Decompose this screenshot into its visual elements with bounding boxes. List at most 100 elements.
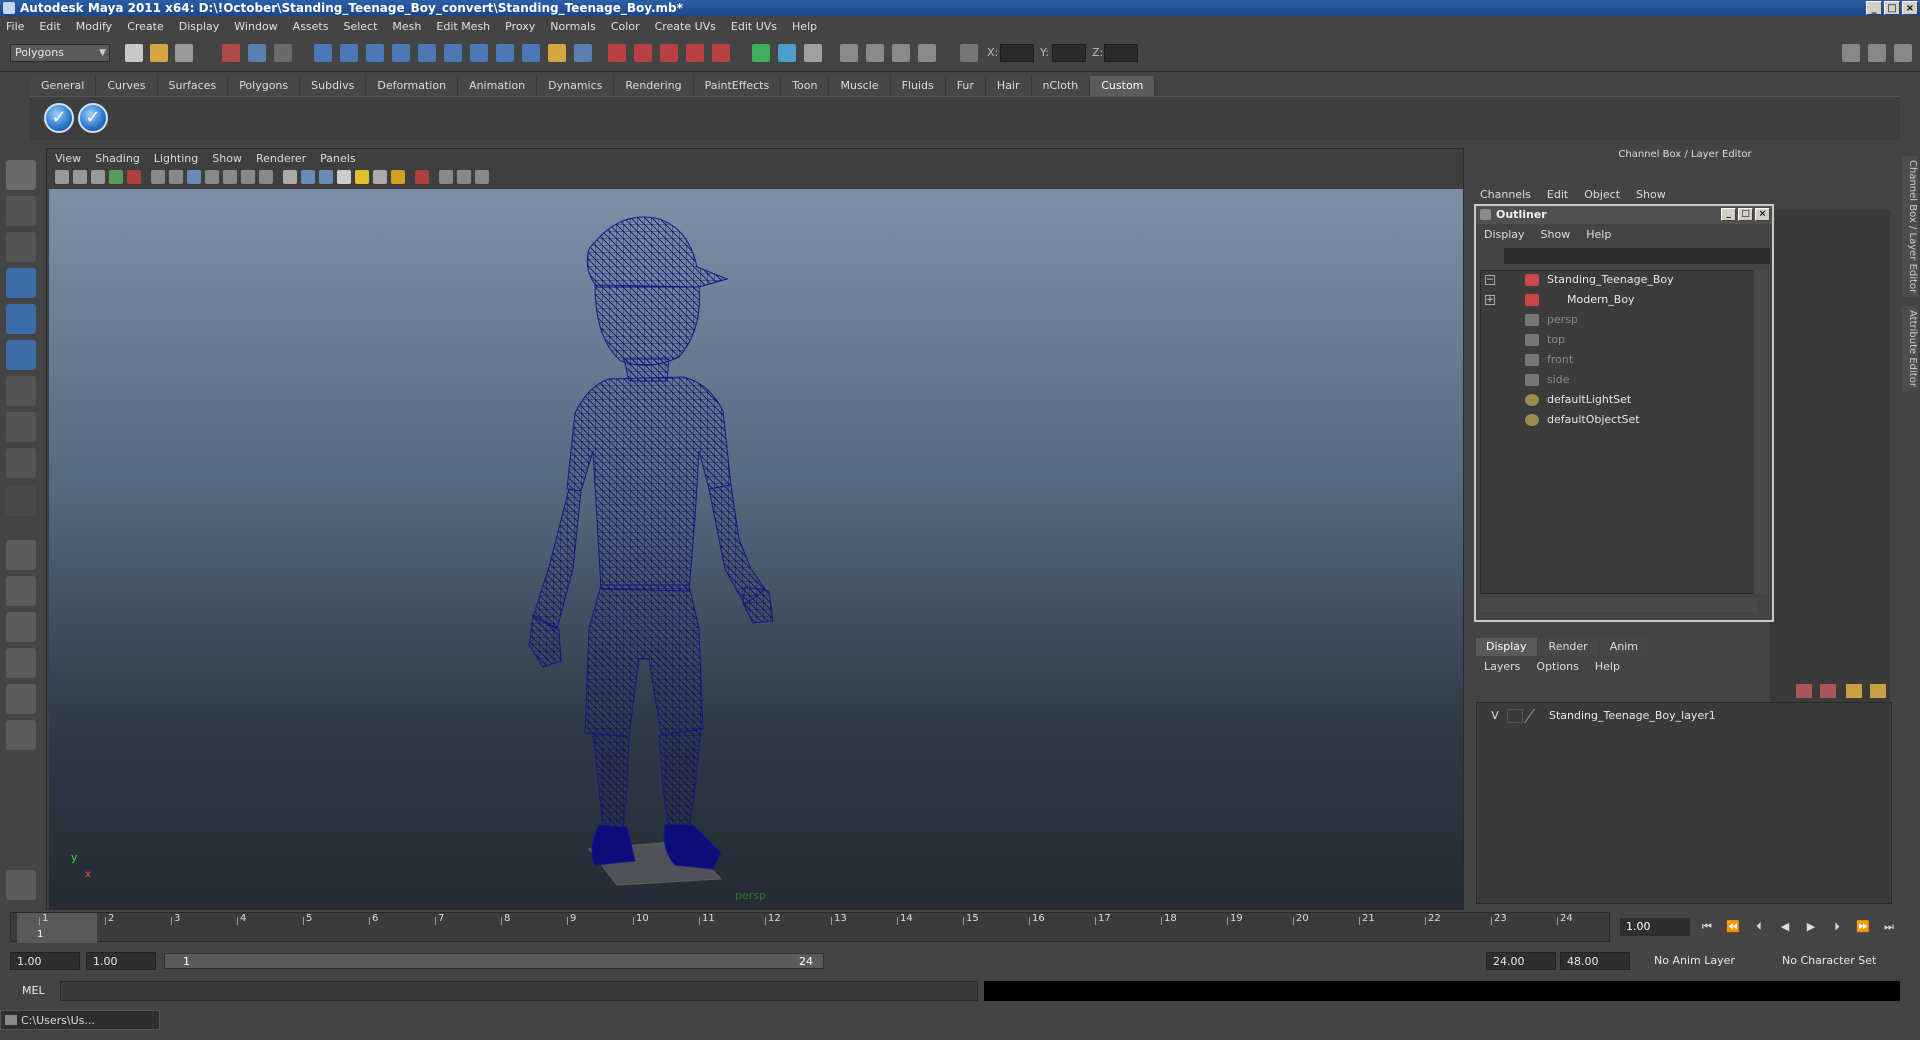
select-surfaces-icon[interactable] <box>392 44 410 62</box>
layer-tab-render[interactable]: Render <box>1538 638 1598 656</box>
menu-edit-uvs[interactable]: Edit UVs <box>731 20 777 33</box>
cb-menu-channels[interactable]: Channels <box>1480 188 1531 201</box>
rotate-tool-icon[interactable] <box>6 304 36 334</box>
y-field[interactable] <box>1052 44 1086 62</box>
gate-mask-icon[interactable] <box>205 170 219 184</box>
camera-attributes-icon[interactable] <box>73 170 87 184</box>
z-field[interactable] <box>1104 44 1138 62</box>
step-back-frame-button[interactable]: ⏴ <box>1748 918 1770 936</box>
shelf-tab-general[interactable]: General <box>30 76 97 96</box>
menu-modify[interactable]: Modify <box>76 20 112 33</box>
default-lighting-icon[interactable] <box>355 170 369 184</box>
image-plane-icon[interactable] <box>109 170 123 184</box>
layer-menu-options[interactable]: Options <box>1536 660 1578 673</box>
outliner-menu-display[interactable]: Display <box>1484 228 1525 241</box>
cb-menu-object[interactable]: Object <box>1584 188 1620 201</box>
vp-menu-view[interactable]: View <box>55 152 81 165</box>
transform-mode-icon[interactable] <box>960 44 978 62</box>
shelf-tab-hair[interactable]: Hair <box>985 76 1032 96</box>
safe-title-icon[interactable] <box>259 170 273 184</box>
select-camera-icon[interactable] <box>55 170 69 184</box>
character-set-select[interactable]: No Character Set <box>1776 952 1900 970</box>
shelf-tab-custom[interactable]: Custom <box>1090 76 1156 96</box>
outliner-menu-show[interactable]: Show <box>1541 228 1571 241</box>
playback-end-field[interactable]: 24.00 <box>1486 952 1556 970</box>
render-view-icon[interactable] <box>840 44 858 62</box>
menu-window[interactable]: Window <box>234 20 277 33</box>
outliner-item[interactable]: side <box>1481 371 1757 389</box>
close-button[interactable]: × <box>1902 1 1918 15</box>
menu-create-uvs[interactable]: Create UVs <box>655 20 716 33</box>
shelf-tab-polygons[interactable]: Polygons <box>228 76 301 96</box>
new-scene-icon[interactable] <box>125 44 143 62</box>
select-tool-icon[interactable] <box>6 160 36 190</box>
outliner-filter-field[interactable] <box>1504 248 1770 264</box>
question-icon[interactable] <box>522 44 540 62</box>
layer-display-type-toggle[interactable] <box>1507 709 1523 723</box>
select-curves-icon[interactable] <box>366 44 384 62</box>
persp-graph-layout-icon[interactable] <box>6 648 36 678</box>
shelf-tab-ncloth[interactable]: nCloth <box>1031 76 1091 96</box>
shelf-tab-fluids[interactable]: Fluids <box>890 76 946 96</box>
minimize-button[interactable]: _ <box>1866 1 1882 15</box>
select-object-icon[interactable] <box>248 44 266 62</box>
step-forward-frame-button[interactable]: ⏵ <box>1826 918 1848 936</box>
render-current-frame-icon[interactable] <box>804 44 822 62</box>
menu-select[interactable]: Select <box>343 20 377 33</box>
side-tab-channel-box[interactable]: Channel Box / Layer Editor <box>1902 156 1918 298</box>
end-time-field[interactable]: 48.00 <box>1560 952 1630 970</box>
outliner-maximize-button[interactable]: □ <box>1738 208 1753 221</box>
xray-icon[interactable] <box>439 170 453 184</box>
open-scene-icon[interactable] <box>150 44 168 62</box>
persp-outliner-layout-icon[interactable] <box>6 612 36 642</box>
two-d-pan-zoom-icon[interactable] <box>127 170 141 184</box>
new-layer-icon[interactable] <box>1796 684 1812 698</box>
menu-color[interactable]: Color <box>611 20 640 33</box>
select-component-icon[interactable] <box>274 44 292 62</box>
mel-label[interactable]: MEL <box>22 984 45 997</box>
wireframe-on-shaded-icon[interactable] <box>319 170 333 184</box>
layer-row[interactable]: V Standing_Teenage_Boy_layer1 <box>1481 707 1887 725</box>
select-rendering-icon[interactable] <box>470 44 488 62</box>
toggle-attribute-editor-icon[interactable] <box>1842 44 1860 62</box>
shelf-tab-dynamics[interactable]: Dynamics <box>537 76 615 96</box>
time-slider[interactable]: 1 1 2 3 4 5 6 7 8 9 10 11 12 13 14 15 16 17 18 19 20 21 22 23 2… <box>10 912 1610 943</box>
menu-normals[interactable]: Normals <box>550 20 596 33</box>
menu-set-select[interactable]: Polygons ▼ <box>10 44 110 62</box>
current-time-field[interactable]: 1.00 <box>1620 918 1690 936</box>
hypershade-icon[interactable] <box>918 44 936 62</box>
graph-editor-layout-icon[interactable] <box>6 720 36 750</box>
construction-history-icon[interactable] <box>752 44 770 62</box>
soft-mod-tool-icon[interactable] <box>6 412 36 442</box>
layer-options-2-icon[interactable] <box>1870 684 1886 698</box>
outliner-item[interactable]: defaultLightSet <box>1481 391 1757 409</box>
shelf-check-button-1[interactable]: ✓ <box>44 103 74 133</box>
menu-mesh[interactable]: Mesh <box>392 20 421 33</box>
layer-color-swatch[interactable] <box>1524 709 1548 723</box>
four-view-layout-icon[interactable] <box>6 576 36 606</box>
go-to-end-button[interactable]: ⏭ <box>1878 918 1900 936</box>
field-chart-icon[interactable] <box>223 170 237 184</box>
menu-file[interactable]: File <box>6 20 24 33</box>
outliner-item[interactable]: persp <box>1481 311 1757 329</box>
expand-icon[interactable]: + <box>1485 295 1495 305</box>
outliner-item[interactable]: front <box>1481 351 1757 369</box>
hypershade-layout-icon[interactable] <box>6 684 36 714</box>
grid-icon[interactable] <box>151 170 165 184</box>
layer-tab-anim[interactable]: Anim <box>1599 638 1648 656</box>
render-settings-icon[interactable] <box>892 44 910 62</box>
shelf-check-button-2[interactable]: ✓ <box>78 103 108 133</box>
shelf-tab-deformation[interactable]: Deformation <box>366 76 459 96</box>
snap-view-plane-icon[interactable] <box>686 44 704 62</box>
play-backwards-button[interactable]: ◀ <box>1774 918 1796 936</box>
outliner-close-button[interactable]: × <box>1755 208 1770 221</box>
toggle-channel-box-icon[interactable] <box>1894 44 1912 62</box>
outliner-horizontal-scrollbar[interactable] <box>1480 598 1758 612</box>
outliner-item[interactable]: top <box>1481 331 1757 349</box>
outliner-item[interactable]: + Modern_Boy <box>1481 291 1757 309</box>
bookmark-icon[interactable] <box>91 170 105 184</box>
start-time-field[interactable]: 1.00 <box>10 952 80 970</box>
select-hierarchy-icon[interactable] <box>222 44 240 62</box>
viewport-canvas[interactable]: persp y x <box>49 189 1463 909</box>
anim-layer-select[interactable]: No Anim Layer <box>1648 952 1768 970</box>
